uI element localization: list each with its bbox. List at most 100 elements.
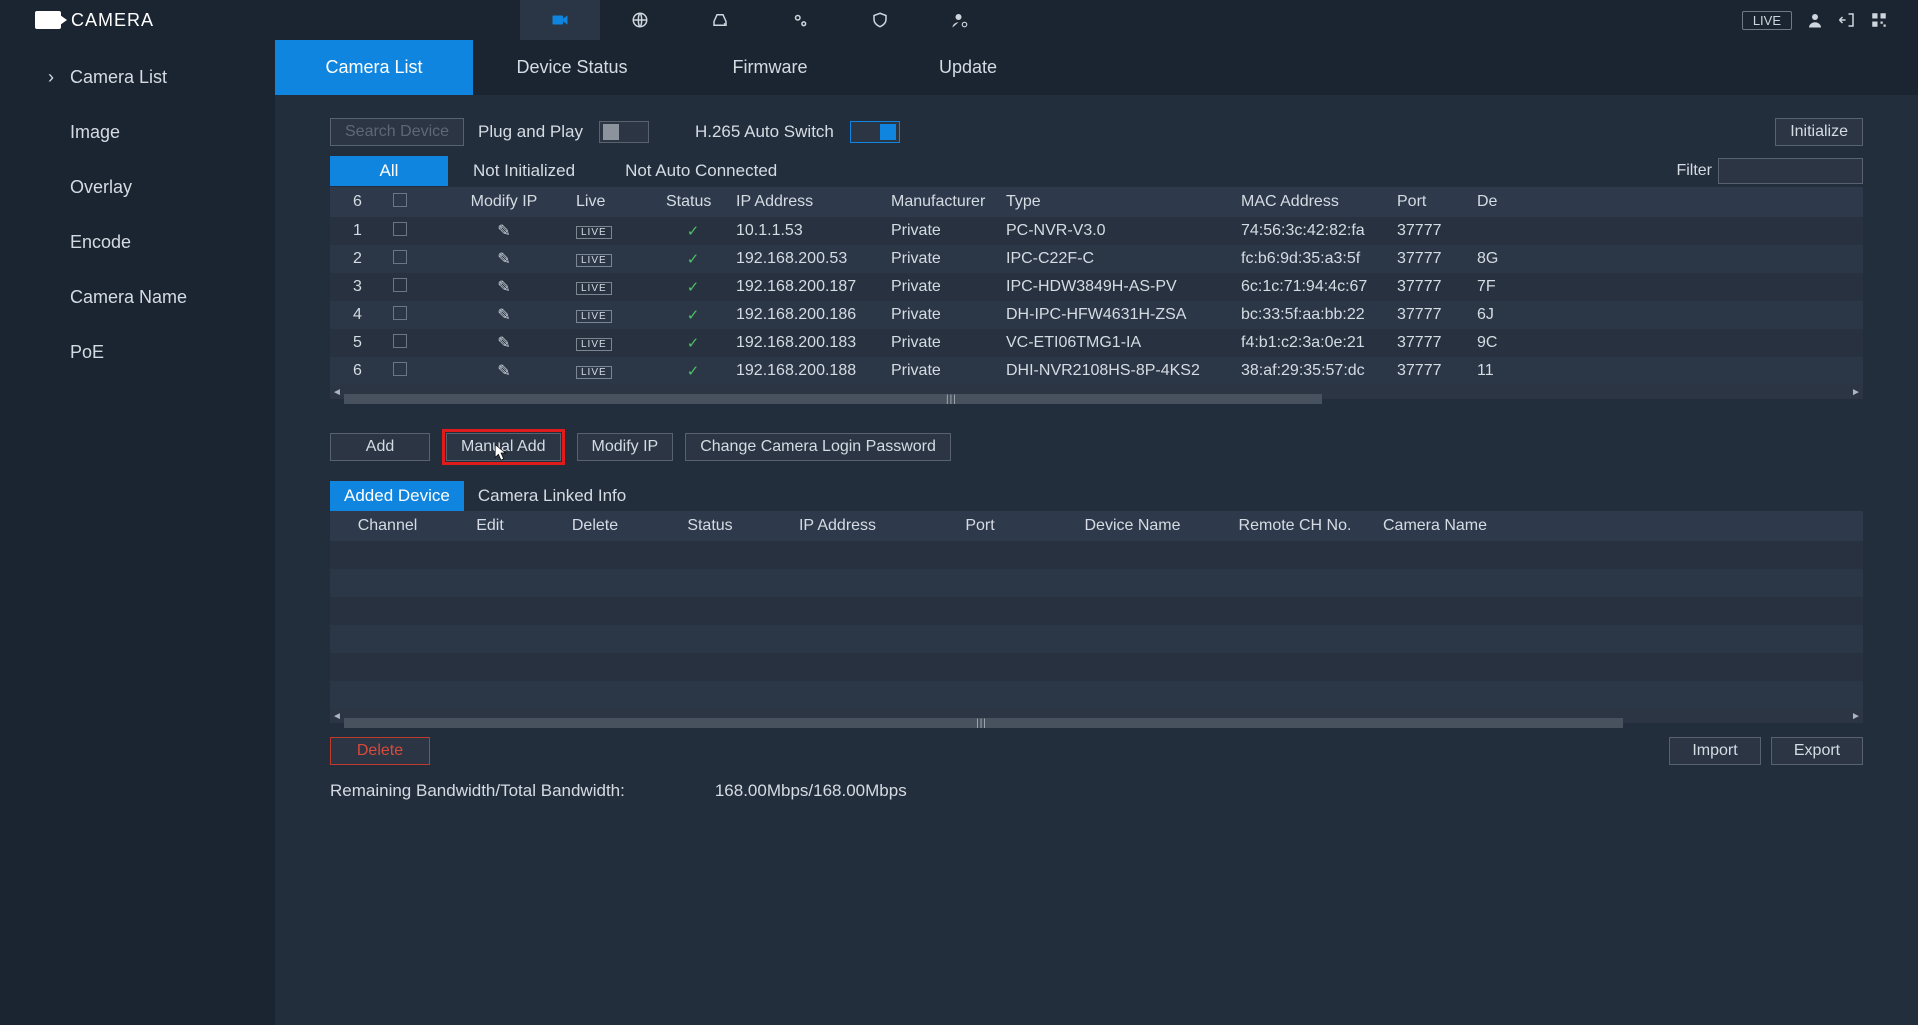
- manual-add-button[interactable]: Manual Add: [446, 433, 561, 461]
- content: Search Device Plug and Play H.265 Auto S…: [275, 95, 1918, 1025]
- live-icon[interactable]: LIVE: [576, 338, 612, 351]
- pnp-label: Plug and Play: [478, 122, 583, 142]
- scroll-left-icon[interactable]: ◄: [330, 387, 344, 398]
- subtab-camera-list[interactable]: Camera List: [275, 40, 473, 95]
- edit-icon[interactable]: ✎: [497, 307, 510, 324]
- subtab-update[interactable]: Update: [869, 40, 1067, 95]
- status-ok-icon: ✓: [687, 279, 700, 296]
- scroll-right-icon[interactable]: ►: [1849, 387, 1863, 398]
- add-button[interactable]: Add: [330, 433, 430, 461]
- export-button[interactable]: Export: [1771, 737, 1863, 765]
- filter-box: Filter: [1676, 158, 1863, 184]
- th-live: Live: [576, 193, 605, 210]
- search-device-button[interactable]: Search Device: [330, 118, 464, 146]
- topnav-camera[interactable]: [520, 0, 600, 40]
- row-checkbox[interactable]: [393, 306, 407, 320]
- sidebar-item-image[interactable]: Image: [0, 105, 275, 160]
- toolbar-row: Search Device Plug and Play H.265 Auto S…: [330, 109, 1863, 155]
- table-row[interactable]: 6✎LIVE✓192.168.200.188PrivateDHI-NVR2108…: [330, 357, 1863, 385]
- row-checkbox[interactable]: [393, 334, 407, 348]
- qr-icon[interactable]: [1870, 11, 1888, 29]
- scroll-left-icon[interactable]: ◄: [330, 711, 344, 722]
- h265-toggle[interactable]: [850, 121, 900, 143]
- th-status: Status: [687, 517, 732, 534]
- table-row[interactable]: 1✎LIVE✓10.1.1.53PrivatePC-NVR-V3.074:56:…: [330, 217, 1863, 245]
- sidebar-item-camera-name[interactable]: Camera Name: [0, 270, 275, 325]
- table-row[interactable]: 2✎LIVE✓192.168.200.53PrivateIPC-C22F-Cfc…: [330, 245, 1863, 273]
- filter-input[interactable]: [1718, 158, 1863, 184]
- th-delete: Delete: [572, 517, 618, 534]
- status-ok-icon: ✓: [687, 335, 700, 352]
- edit-icon[interactable]: ✎: [497, 335, 510, 352]
- scroll-right-icon[interactable]: ►: [1849, 711, 1863, 722]
- subtab-device-status[interactable]: Device Status: [473, 40, 671, 95]
- row-checkbox[interactable]: [393, 278, 407, 292]
- live-icon[interactable]: LIVE: [576, 366, 612, 379]
- filter-tab-all[interactable]: All: [330, 156, 448, 186]
- row-checkbox[interactable]: [393, 362, 407, 376]
- topbar: CAMERA LIVE: [0, 0, 1918, 40]
- topnav-system[interactable]: [760, 0, 840, 40]
- gears-icon: [791, 11, 809, 29]
- row-checkbox[interactable]: [393, 222, 407, 236]
- topbar-left: CAMERA: [0, 10, 520, 31]
- live-icon[interactable]: LIVE: [576, 282, 612, 295]
- device-table-hscroll[interactable]: ◄ ||| ►: [330, 385, 1863, 399]
- added-table-hscroll[interactable]: ◄ ||| ►: [330, 709, 1863, 723]
- logout-icon[interactable]: [1838, 11, 1856, 29]
- tab-camera-linked-info[interactable]: Camera Linked Info: [464, 481, 640, 511]
- subtab-label: Firmware: [733, 57, 808, 78]
- table-row[interactable]: 4✎LIVE✓192.168.200.186PrivateDH-IPC-HFW4…: [330, 301, 1863, 329]
- topnav-storage[interactable]: [680, 0, 760, 40]
- topbar-right: LIVE: [1742, 11, 1918, 30]
- subtab-firmware[interactable]: Firmware: [671, 40, 869, 95]
- th-port: Port: [1397, 193, 1426, 210]
- sidebar-item-overlay[interactable]: Overlay: [0, 160, 275, 215]
- action-buttons-row: Add Manual Add Modify IP Change Camera L…: [330, 429, 1863, 465]
- table-header-row: 6 Modify IP Live Status IP Address Manuf…: [330, 187, 1863, 217]
- filter-tabs-row: All Not Initialized Not Auto Connected F…: [330, 155, 1863, 187]
- user-gear-icon: [951, 11, 969, 29]
- device-table: 6 Modify IP Live Status IP Address Manuf…: [330, 187, 1863, 385]
- sidebar-item-encode[interactable]: Encode: [0, 215, 275, 270]
- status-ok-icon: ✓: [687, 307, 700, 324]
- edit-icon[interactable]: ✎: [497, 251, 510, 268]
- h265-label: H.265 Auto Switch: [695, 122, 834, 142]
- initialize-button[interactable]: Initialize: [1775, 118, 1863, 146]
- row-checkbox[interactable]: [393, 250, 407, 264]
- user-icon[interactable]: [1806, 11, 1824, 29]
- topnav-account[interactable]: [920, 0, 1000, 40]
- delete-button[interactable]: Delete: [330, 737, 430, 765]
- live-icon[interactable]: LIVE: [576, 254, 612, 267]
- tab-label: Added Device: [344, 486, 450, 506]
- filter-tab-label: Not Initialized: [473, 161, 575, 181]
- edit-icon[interactable]: ✎: [497, 363, 510, 380]
- pnp-toggle[interactable]: [599, 121, 649, 143]
- live-badge[interactable]: LIVE: [1742, 11, 1792, 30]
- sidebar-item-label: Image: [70, 122, 120, 143]
- main: Camera List Device Status Firmware Updat…: [275, 40, 1918, 1025]
- th-mac: MAC Address: [1241, 193, 1339, 210]
- select-all-checkbox[interactable]: [393, 193, 407, 207]
- sidebar-item-poe[interactable]: PoE: [0, 325, 275, 380]
- import-button[interactable]: Import: [1669, 737, 1761, 765]
- table-row[interactable]: 5✎LIVE✓192.168.200.183PrivateVC-ETI06TMG…: [330, 329, 1863, 357]
- change-password-button[interactable]: Change Camera Login Password: [685, 433, 951, 461]
- filter-tab-not-auto-connected[interactable]: Not Auto Connected: [600, 156, 802, 186]
- subtab-label: Update: [939, 57, 997, 78]
- live-icon[interactable]: LIVE: [576, 310, 612, 323]
- topnav-security[interactable]: [840, 0, 920, 40]
- edit-icon[interactable]: ✎: [497, 279, 510, 296]
- filter-tab-not-initialized[interactable]: Not Initialized: [448, 156, 600, 186]
- bandwidth-value: 168.00Mbps/168.00Mbps: [715, 781, 907, 801]
- modify-ip-button[interactable]: Modify IP: [577, 433, 674, 461]
- sidebar-item-label: Overlay: [70, 177, 132, 198]
- table-row[interactable]: 3✎LIVE✓192.168.200.187PrivateIPC-HDW3849…: [330, 273, 1863, 301]
- tab-added-device[interactable]: Added Device: [330, 481, 464, 511]
- status-ok-icon: ✓: [687, 363, 700, 380]
- live-icon[interactable]: LIVE: [576, 226, 612, 239]
- topnav-network[interactable]: [600, 0, 680, 40]
- sidebar-item-camera-list[interactable]: Camera List: [0, 50, 275, 105]
- edit-icon[interactable]: ✎: [497, 223, 510, 240]
- tab-label: Camera Linked Info: [478, 486, 626, 506]
